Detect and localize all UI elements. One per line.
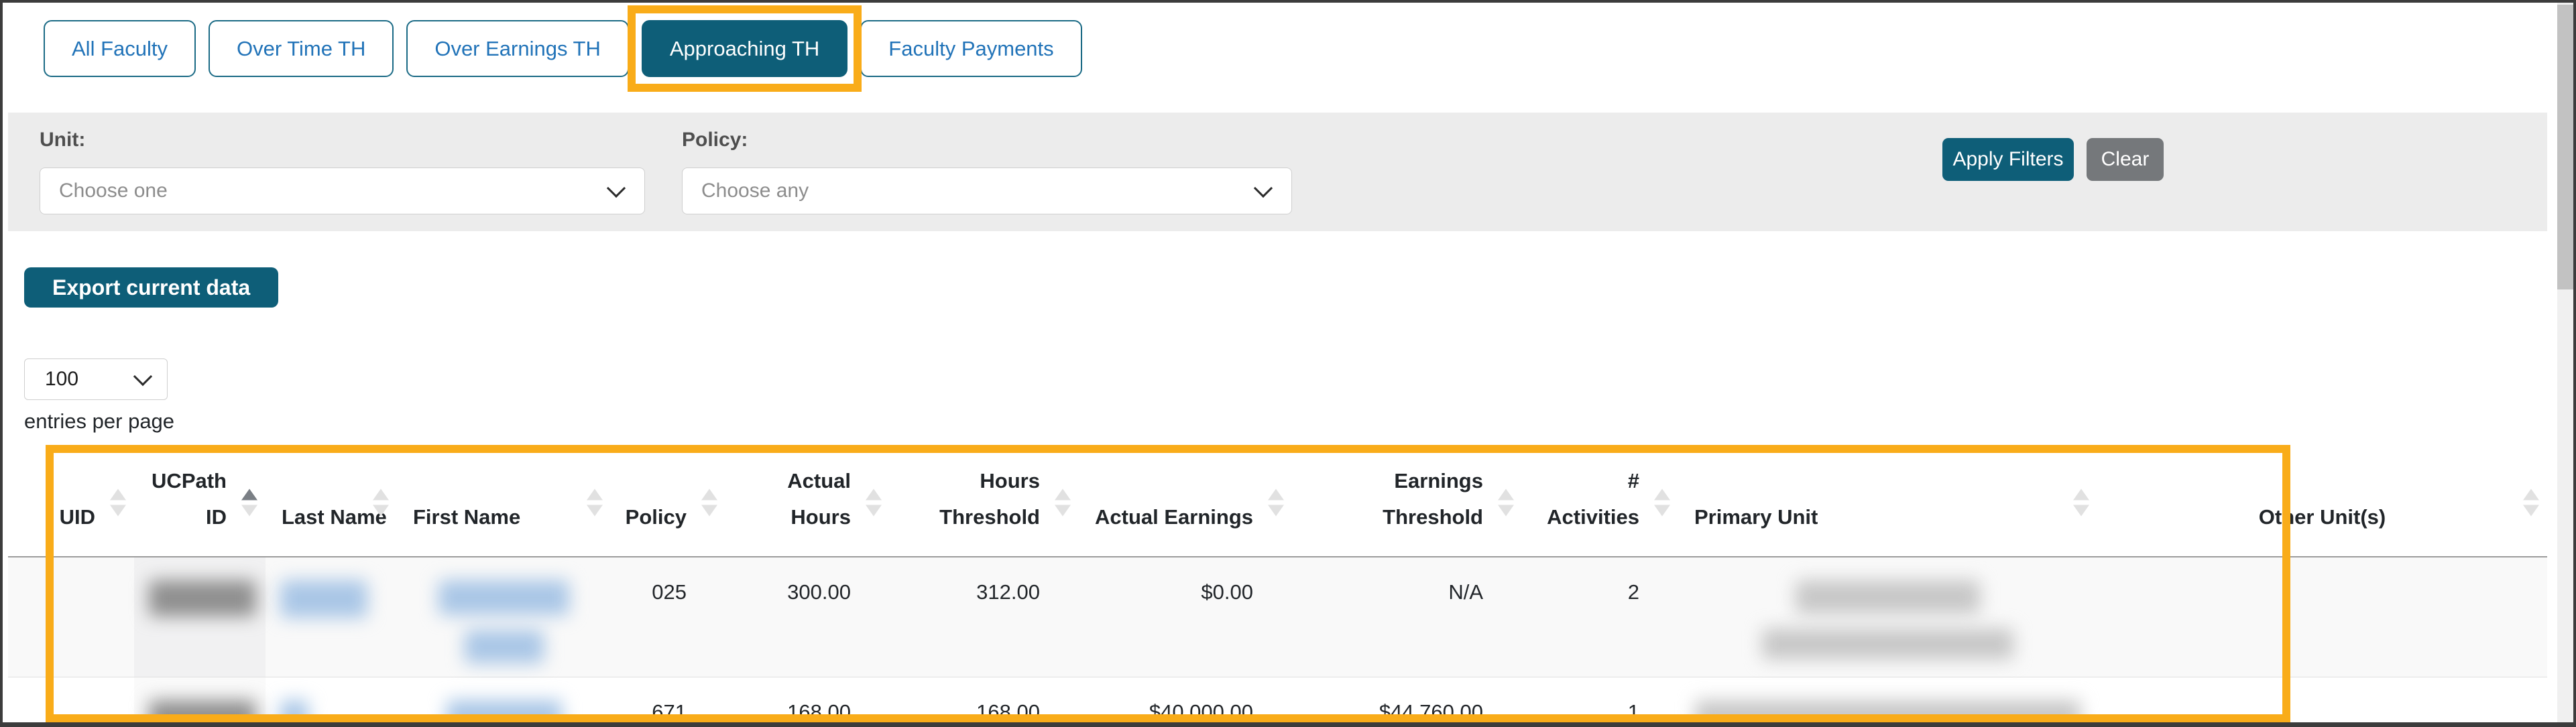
cell-actual-hours: 168.00 bbox=[725, 676, 890, 722]
policy-filter-group: Policy: Choose any bbox=[682, 113, 1292, 214]
sort-icon bbox=[110, 488, 126, 517]
cell-policy: 025 bbox=[611, 556, 725, 677]
col-header-hours-threshold[interactable]: Hours Threshold bbox=[890, 450, 1079, 557]
cell-earnings-threshold: $44,760.00 bbox=[1292, 676, 1522, 722]
browser-window: All Faculty Over Time TH Over Earnings T… bbox=[0, 0, 2576, 727]
cell-actual-hours: 300.00 bbox=[725, 556, 890, 677]
scrollbar-thumb[interactable] bbox=[2557, 5, 2573, 289]
faculty-table: UID UCPath ID Last Name First Name Polic… bbox=[8, 450, 2547, 722]
unit-label: Unit: bbox=[40, 129, 86, 151]
sort-icon bbox=[1498, 488, 1514, 517]
entries-per-page-label: entries per page bbox=[24, 409, 175, 433]
cell-ucpath-id-redacted bbox=[134, 676, 266, 722]
table-row: 025 300.00 312.00 $0.00 N/A 2 bbox=[8, 556, 2547, 677]
cell-primary-unit-redacted bbox=[1678, 556, 2097, 677]
col-header-last-name[interactable]: Last Name bbox=[266, 450, 397, 557]
redacted-text-block bbox=[149, 580, 256, 616]
cell-primary-unit-redacted bbox=[1678, 676, 2097, 722]
cell-hours-threshold: 312.00 bbox=[890, 556, 1079, 677]
apply-filters-button[interactable]: Apply Filters bbox=[1942, 138, 2074, 181]
cell-num-activities: 2 bbox=[1522, 556, 1678, 677]
page-size-control: 100 bbox=[24, 358, 2544, 400]
chevron-down-icon bbox=[606, 178, 626, 198]
col-header-earnings-threshold[interactable]: Earnings Threshold bbox=[1292, 450, 1522, 557]
col-header-num-activities[interactable]: # Activities bbox=[1522, 450, 1678, 557]
sort-icon bbox=[866, 488, 882, 517]
table-row: 671 168.00 168.00 $40,000.00 $44,760.00 … bbox=[8, 676, 2547, 722]
tab-bar: All Faculty Over Time TH Over Earnings T… bbox=[3, 3, 2544, 113]
col-header-actual-hours[interactable]: Actual Hours bbox=[725, 450, 890, 557]
policy-select[interactable]: Choose any bbox=[682, 168, 1292, 214]
col-header-uid[interactable]: UID bbox=[8, 450, 134, 557]
col-header-other-units[interactable]: Other Unit(s) bbox=[2097, 450, 2547, 557]
table-header-row: UID UCPath ID Last Name First Name Polic… bbox=[8, 450, 2547, 557]
col-header-ucpath-id[interactable]: UCPath ID bbox=[134, 450, 266, 557]
sort-icon bbox=[587, 488, 603, 517]
col-header-primary-unit[interactable]: Primary Unit bbox=[1678, 450, 2097, 557]
cell-first-name bbox=[397, 556, 611, 677]
redacted-text-block bbox=[1688, 700, 2088, 722]
sort-icon bbox=[1654, 488, 1670, 517]
cell-hours-threshold: 168.00 bbox=[890, 676, 1079, 722]
cell-earnings-threshold: N/A bbox=[1292, 556, 1522, 677]
cell-last-name bbox=[266, 676, 397, 722]
policy-label: Policy: bbox=[682, 129, 748, 151]
clear-button[interactable]: Clear bbox=[2087, 138, 2164, 181]
sort-icon bbox=[1268, 488, 1284, 517]
chevron-down-icon bbox=[133, 367, 153, 387]
tab-all-faculty[interactable]: All Faculty bbox=[44, 20, 196, 77]
policy-select-value: Choose any bbox=[701, 180, 809, 202]
vertical-scrollbar[interactable] bbox=[2557, 3, 2573, 722]
cell-uid bbox=[8, 676, 134, 722]
sort-asc-icon bbox=[241, 488, 257, 517]
filter-panel: Unit: Choose one Policy: Choose any Appl… bbox=[8, 113, 2547, 231]
export-current-data-button[interactable]: Export current data bbox=[24, 267, 279, 308]
cell-policy: 671 bbox=[611, 676, 725, 722]
sort-icon bbox=[2523, 488, 2539, 517]
sort-icon bbox=[2073, 488, 2089, 517]
cell-other-units bbox=[2097, 556, 2547, 677]
page-size-value: 100 bbox=[45, 368, 79, 390]
page-size-select[interactable]: 100 bbox=[24, 358, 168, 400]
page-content: All Faculty Over Time TH Over Earnings T… bbox=[3, 3, 2547, 722]
tab-faculty-payments[interactable]: Faculty Payments bbox=[860, 20, 1082, 77]
cell-last-name bbox=[266, 556, 397, 677]
cell-actual-earnings: $40,000.00 bbox=[1079, 676, 1292, 722]
tab-over-earnings-th[interactable]: Over Earnings TH bbox=[406, 20, 629, 77]
cell-other-units bbox=[2097, 676, 2547, 722]
sort-icon bbox=[1055, 488, 1071, 517]
col-header-first-name[interactable]: First Name bbox=[397, 450, 611, 557]
cell-num-activities: 1 bbox=[1522, 676, 1678, 722]
redacted-text-block bbox=[1688, 580, 2088, 659]
sort-icon bbox=[373, 488, 389, 517]
tab-over-time-th[interactable]: Over Time TH bbox=[208, 20, 394, 77]
col-header-actual-earnings[interactable]: Actual Earnings bbox=[1079, 450, 1292, 557]
col-header-policy[interactable]: Policy bbox=[611, 450, 725, 557]
cell-uid bbox=[8, 556, 134, 677]
first-name-link-redacted[interactable] bbox=[406, 580, 601, 663]
tab-approaching-th[interactable]: Approaching TH bbox=[641, 20, 848, 77]
last-name-link-redacted[interactable] bbox=[280, 580, 367, 618]
tab-highlight-annotation: Approaching TH bbox=[627, 5, 862, 92]
unit-select[interactable]: Choose one bbox=[40, 168, 645, 214]
sort-icon bbox=[701, 488, 717, 517]
unit-select-value: Choose one bbox=[59, 180, 168, 202]
unit-filter-group: Unit: Choose one bbox=[40, 113, 645, 214]
chevron-down-icon bbox=[1253, 178, 1273, 198]
cell-ucpath-id-redacted bbox=[134, 556, 266, 677]
first-name-link-redacted[interactable] bbox=[406, 700, 601, 722]
last-name-link-redacted[interactable] bbox=[280, 700, 308, 722]
redacted-text-block bbox=[149, 700, 256, 722]
cell-actual-earnings: $0.00 bbox=[1079, 556, 1292, 677]
cell-first-name bbox=[397, 676, 611, 722]
